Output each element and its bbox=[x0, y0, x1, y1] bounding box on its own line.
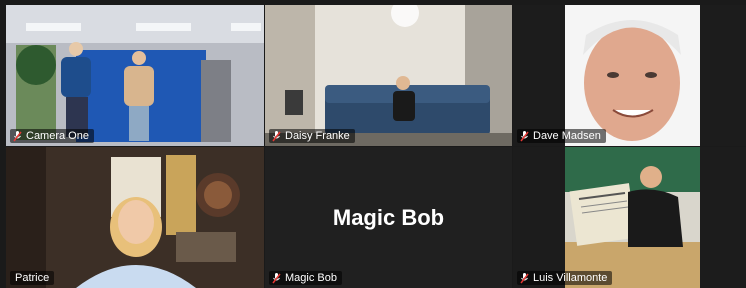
participant-name-badge: Camera One bbox=[10, 129, 94, 143]
participant-name-badge: Magic Bob bbox=[269, 271, 342, 285]
participant-name-badge: Luis Villamonte bbox=[517, 271, 613, 285]
participant-name-badge: Patrice bbox=[10, 271, 55, 285]
video-tile-luis-villamonte[interactable]: Luis Villamonte bbox=[513, 147, 746, 288]
participant-name: Dave Madsen bbox=[533, 130, 601, 142]
participant-name-badge: Dave Madsen bbox=[517, 129, 606, 143]
mic-muted-icon bbox=[520, 130, 529, 141]
participant-name: Camera One bbox=[26, 130, 89, 142]
video-tile-daisy-franke[interactable]: Daisy Franke bbox=[265, 5, 512, 146]
participant-name: Luis Villamonte bbox=[533, 272, 608, 284]
video-feed-luis-villamonte bbox=[513, 147, 746, 288]
participant-name-badge: Daisy Franke bbox=[269, 129, 355, 143]
mic-muted-icon bbox=[272, 272, 281, 283]
participant-name: Patrice bbox=[15, 272, 50, 284]
video-tile-camera-one[interactable]: Camera One bbox=[6, 5, 264, 146]
video-tile-patrice[interactable]: Patrice bbox=[6, 147, 264, 288]
video-feed-dave-madsen bbox=[513, 5, 746, 146]
video-feed-daisy-franke bbox=[265, 5, 512, 146]
participant-name: Magic Bob bbox=[285, 272, 337, 284]
mic-muted-icon bbox=[272, 130, 281, 141]
mic-muted-icon bbox=[13, 130, 22, 141]
video-feed-camera-one bbox=[6, 5, 264, 146]
video-feed-patrice bbox=[6, 147, 264, 288]
mic-muted-icon bbox=[520, 272, 529, 283]
video-off-name: Magic Bob bbox=[332, 204, 445, 230]
video-tile-magic-bob[interactable]: Magic Bob Magic Bob bbox=[265, 147, 512, 288]
video-tile-dave-madsen[interactable]: Dave Madsen bbox=[513, 5, 746, 146]
participant-name: Daisy Franke bbox=[285, 130, 350, 142]
